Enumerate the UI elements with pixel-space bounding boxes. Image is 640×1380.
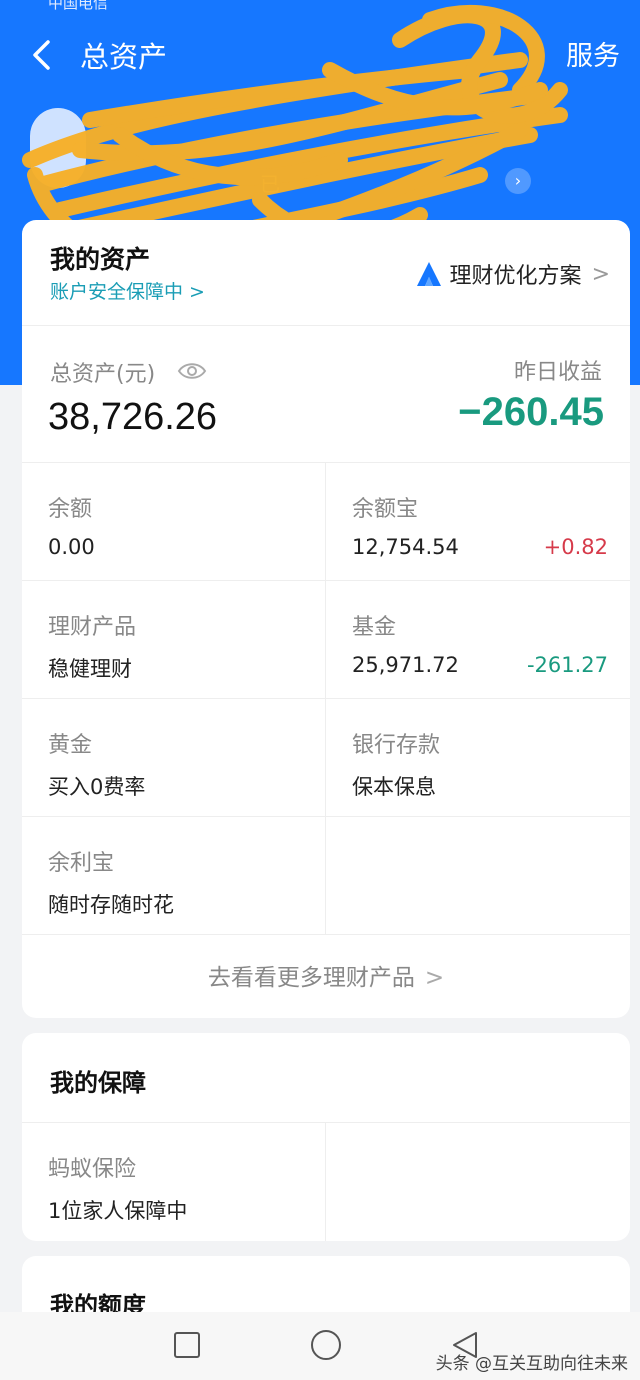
user-info-text: 已 [260, 172, 280, 196]
asset-item-label: 银行存款 [352, 733, 441, 758]
insurance-value: 1位家人保障中 [48, 1199, 188, 1223]
asset-item-label: 基金 [352, 615, 397, 640]
system-nav-bar: 头条 @互关互助向往未来 [0, 1312, 640, 1380]
optimize-plan-label: 理财优化方案 [449, 264, 582, 289]
asset-item-value: 25,971.72 [352, 653, 459, 677]
my-protection-card: 我的保障 蚂蚁保险 1位家人保障中 [22, 1033, 630, 1241]
service-button[interactable]: 服务 [566, 34, 620, 73]
asset-grid-row: 余额 0.00 余额宝 12,754.54 +0.82 [22, 463, 630, 581]
watermark-text: 头条 @互关互助向往未来 [435, 1354, 628, 1374]
asset-item-label: 余利宝 [48, 851, 115, 876]
top-nav: 总资产 服务 [0, 20, 640, 90]
asset-grid-row: 余利宝 随时存随时花 [22, 817, 630, 935]
assets-card-title: 我的资产 [50, 245, 151, 274]
asset-item-change: -261.27 [526, 653, 608, 677]
asset-item-bank-deposit[interactable]: 银行存款 保本保息 [326, 699, 630, 817]
status-bar: 中国电信 [0, 0, 640, 12]
total-assets-label: 总资产(元) [50, 362, 156, 387]
asset-summary: 总资产(元) 38,726.26 昨日收益 −260.45 [22, 326, 630, 463]
chevron-right-icon: > [591, 261, 610, 287]
my-assets-card: 我的资产 账户安全保障中 > 理财优化方案 > 总资产(元) 38,726.26… [22, 220, 630, 1018]
mountain-logo-icon [416, 262, 441, 286]
chevron-right-icon: > [424, 965, 445, 991]
asset-item-change: +0.82 [543, 535, 608, 559]
asset-item-label: 余额 [48, 497, 93, 522]
chevron-right-icon[interactable]: › [505, 168, 531, 194]
yesterday-earnings-label: 昨日收益 [513, 360, 602, 385]
asset-item-yulibao[interactable]: 余利宝 随时存随时花 [22, 817, 326, 935]
back-arrow-icon[interactable] [30, 40, 54, 70]
more-products-label: 去看看更多理财产品 [207, 965, 415, 991]
optimize-plan-link[interactable]: 理财优化方案 > [414, 258, 610, 290]
asset-item-value: 保本保息 [352, 775, 436, 799]
protection-card-title: 我的保障 [50, 1069, 146, 1097]
asset-item-funds[interactable]: 基金 25,971.72 -261.27 [326, 581, 630, 699]
asset-grid: 余额 0.00 余额宝 12,754.54 +0.82 理财产品 稳健理财 基金… [22, 463, 630, 935]
asset-item-gold[interactable]: 黄金 买入0费率 [22, 699, 326, 817]
asset-item-value: 随时存随时花 [48, 893, 174, 917]
asset-item-value: 买入0费率 [48, 775, 146, 799]
asset-item-wealth-products[interactable]: 理财产品 稳健理财 [22, 581, 326, 699]
asset-item-label: 黄金 [48, 733, 93, 758]
user-profile-row[interactable]: 已 › [30, 108, 610, 208]
asset-item-label: 余额宝 [352, 497, 419, 522]
asset-item-value: 12,754.54 [352, 535, 459, 559]
home-icon[interactable] [311, 1330, 341, 1360]
account-security-link[interactable]: 账户安全保障中 > [50, 277, 205, 304]
ant-insurance-item[interactable]: 蚂蚁保险 1位家人保障中 [22, 1123, 326, 1241]
asset-grid-row: 黄金 买入0费率 银行存款 保本保息 [22, 699, 630, 817]
total-assets-value: 38,726.26 [48, 396, 218, 438]
carrier-label: 中国电信 [48, 0, 109, 12]
asset-item-value: 0.00 [48, 535, 95, 559]
yesterday-earnings-value: −260.45 [458, 390, 604, 434]
eye-icon[interactable] [177, 361, 207, 381]
asset-grid-row: 理财产品 稳健理财 基金 25,971.72 -261.27 [22, 581, 630, 699]
avatar [30, 108, 86, 188]
assets-card-header: 我的资产 账户安全保障中 > 理财优化方案 > [22, 220, 630, 326]
asset-item-balance[interactable]: 余额 0.00 [22, 463, 326, 581]
asset-item-value: 稳健理财 [48, 657, 132, 681]
protection-card-header: 我的保障 [22, 1033, 630, 1123]
asset-item-label: 理财产品 [48, 615, 137, 640]
asset-item-yuebao[interactable]: 余额宝 12,754.54 +0.82 [326, 463, 630, 581]
recent-apps-icon[interactable] [174, 1332, 200, 1358]
insurance-label: 蚂蚁保险 [48, 1157, 137, 1182]
page-title: 总资产 [80, 40, 168, 74]
more-products-link[interactable]: 去看看更多理财产品 > [22, 938, 630, 1018]
